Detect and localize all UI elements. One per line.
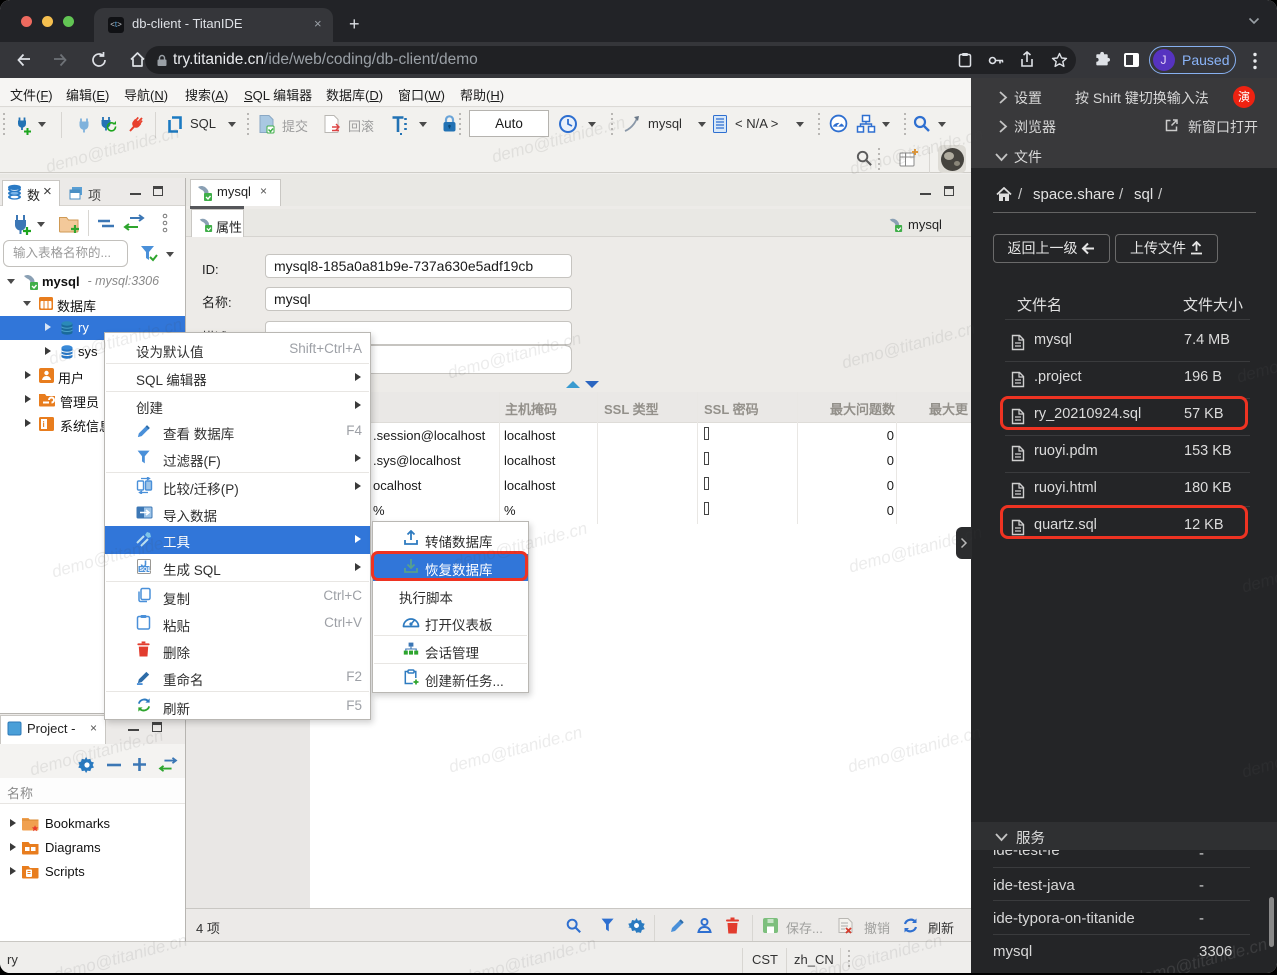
svg-text:i: i [43,420,45,429]
svg-text:SQL: SQL [140,567,152,573]
